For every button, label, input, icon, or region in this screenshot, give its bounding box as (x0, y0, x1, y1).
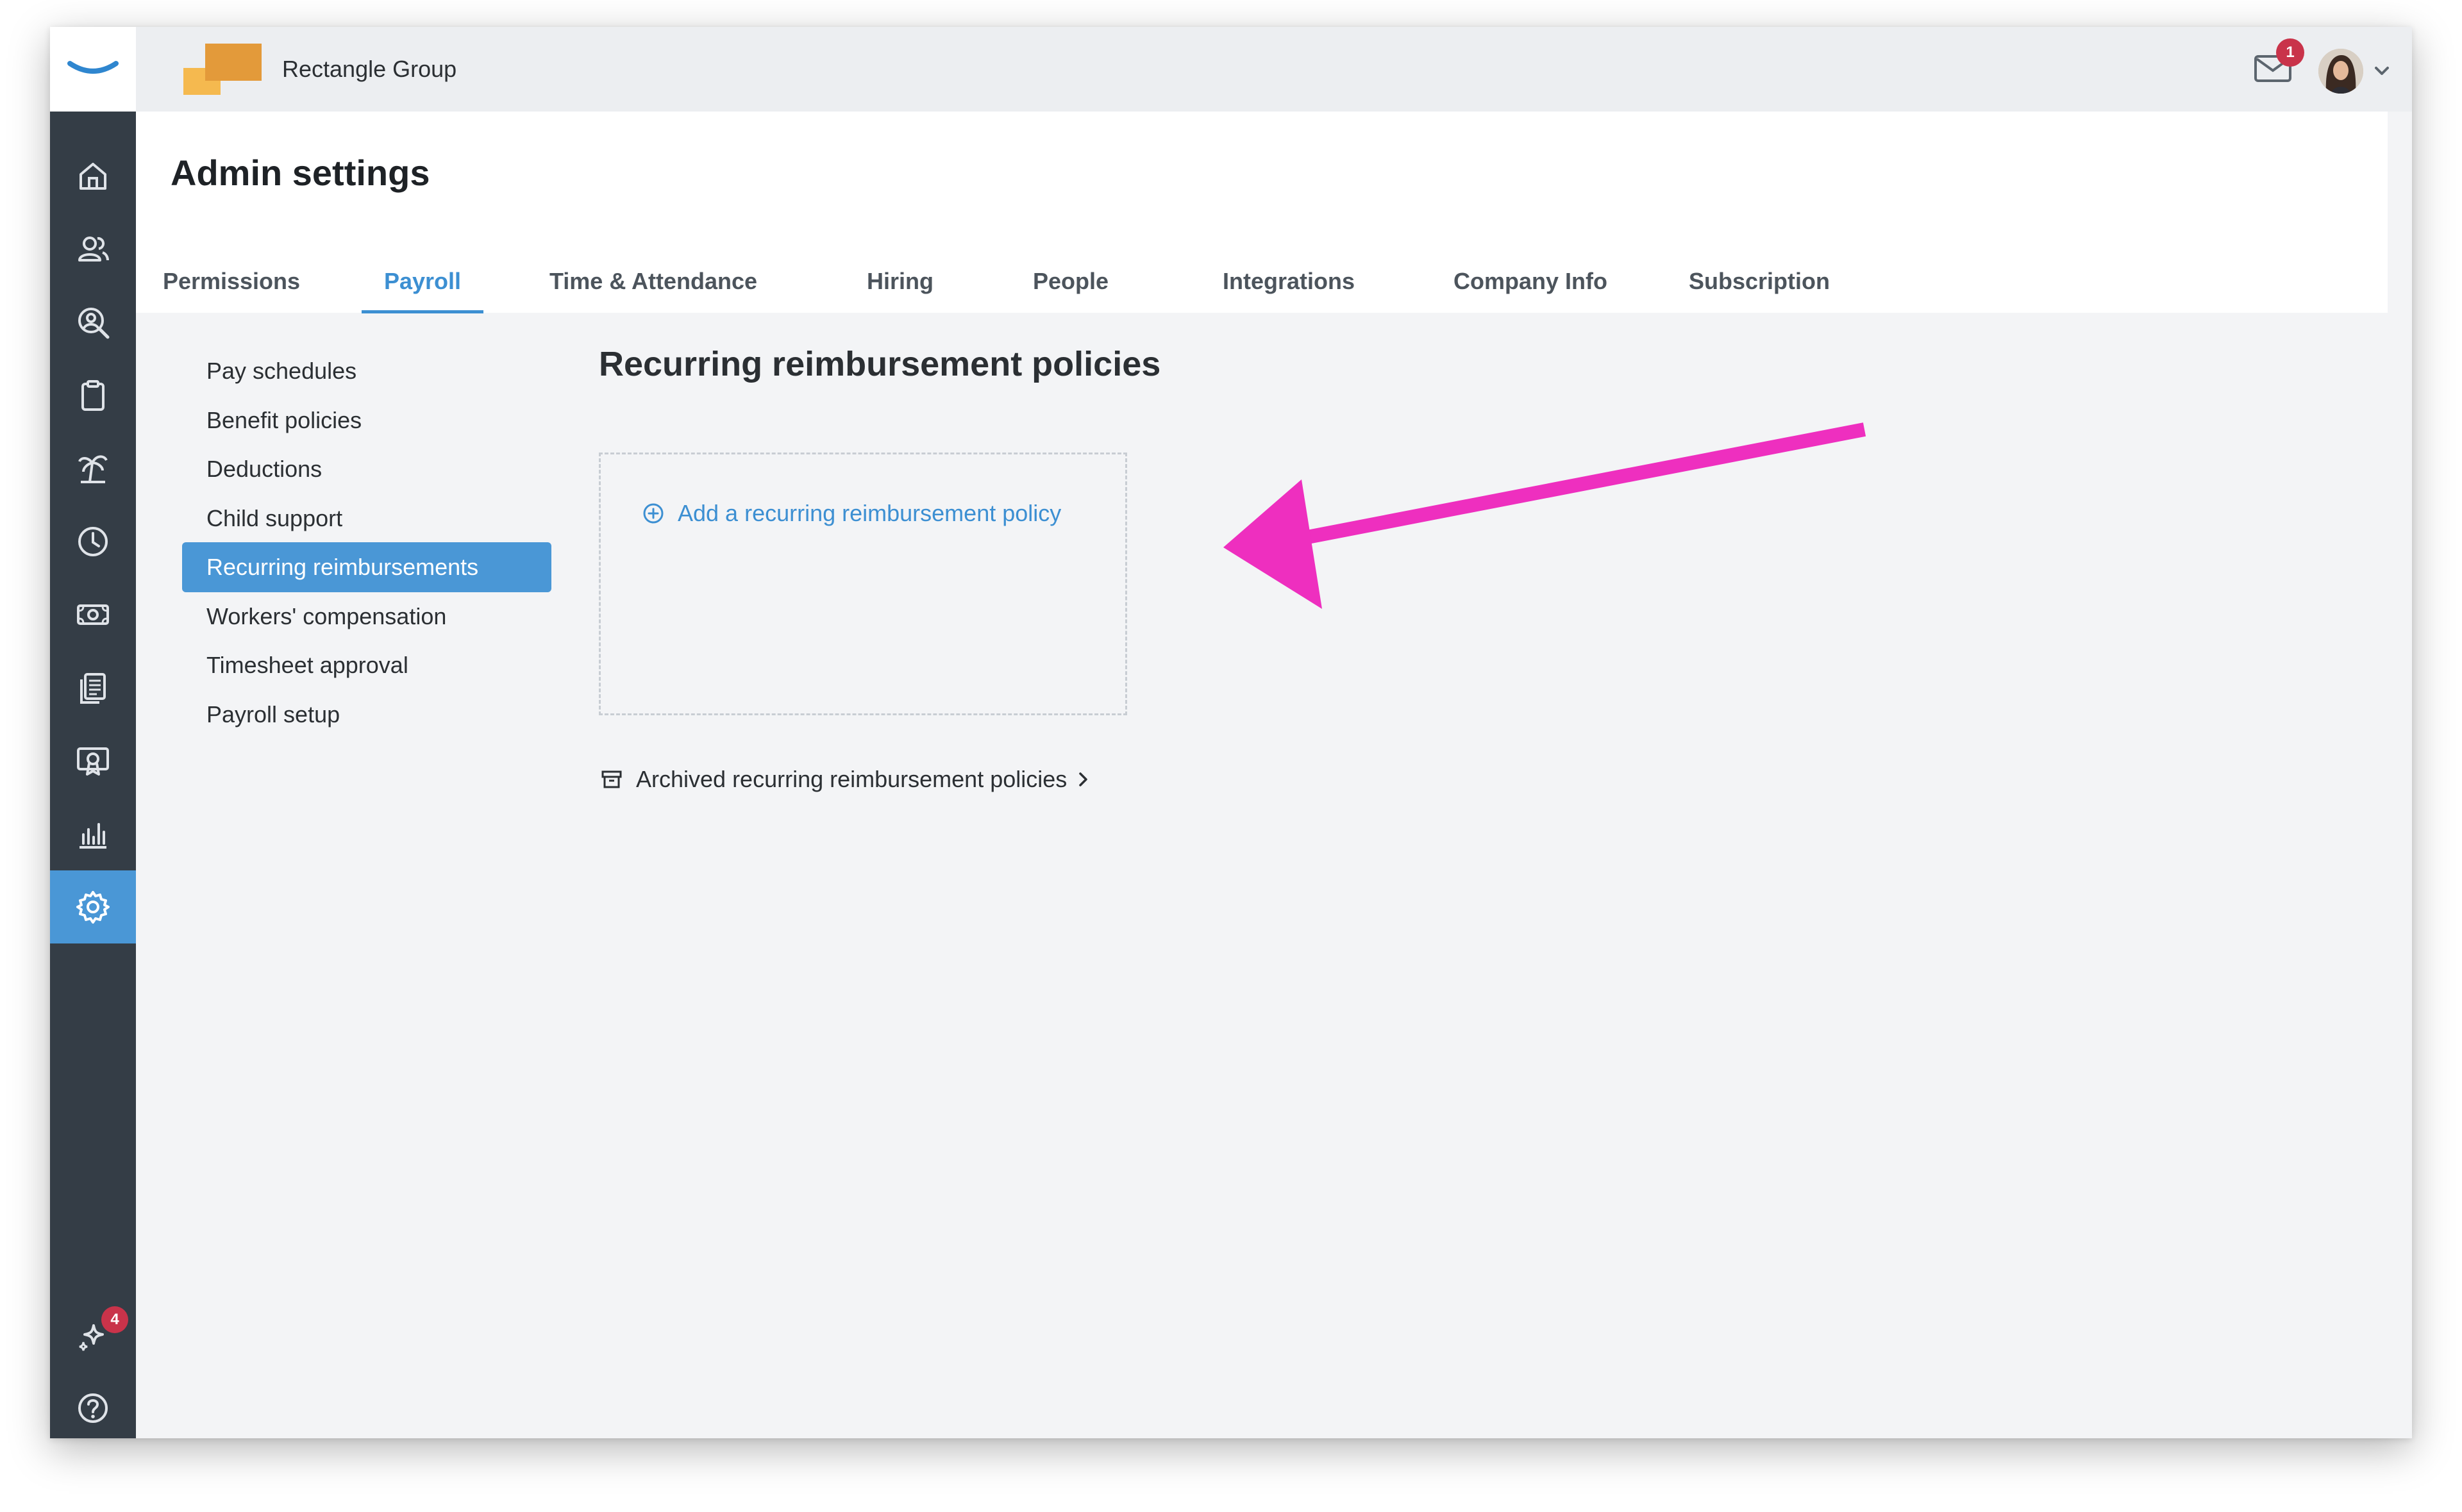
gear-icon (76, 891, 110, 924)
settings-header: Admin settings Permissions Payroll Time … (136, 112, 2388, 313)
sidebar-item-home[interactable] (50, 140, 136, 213)
chevron-down-icon[interactable] (2372, 63, 2391, 78)
archived-policies-label: Archived recurring reimbursement policie… (636, 766, 1068, 792)
subnav-deductions[interactable]: Deductions (182, 444, 551, 494)
smile-logo-icon (67, 61, 119, 74)
tab-time-attendance[interactable]: Time & Attendance (542, 253, 764, 310)
home-icon (80, 163, 106, 190)
sidebar-item-whats-new[interactable]: 4 (50, 1299, 136, 1372)
subnav-benefit-policies[interactable]: Benefit policies (182, 395, 551, 445)
notification-badge: 4 (101, 1306, 128, 1333)
subnav-pay-schedules[interactable]: Pay schedules (182, 346, 551, 396)
bar-chart-icon (80, 823, 106, 849)
archived-policies-link[interactable]: Archived recurring reimbursement policie… (600, 764, 1091, 795)
settings-tabs: Permissions Payroll Time & Attendance Hi… (136, 253, 2388, 313)
page-title: Admin settings (171, 153, 430, 193)
archive-icon (601, 770, 622, 788)
sidebar-item-people[interactable] (50, 213, 136, 286)
sidebar-item-time[interactable] (50, 505, 136, 578)
palm-tree-icon (78, 455, 108, 483)
annotation-arrow (1223, 422, 1866, 609)
sidebar-item-tasks[interactable] (50, 359, 136, 432)
app-window: 4 Rectangle Group 1 Admin settings Permi… (50, 27, 2412, 1438)
sidebar-item-time-off[interactable] (50, 432, 136, 505)
search-person-icon (78, 308, 110, 339)
add-policy-label: Add a recurring reimbursement policy (678, 500, 1062, 526)
subnav-timesheet-approval[interactable]: Timesheet approval (182, 640, 551, 690)
people-icon (78, 237, 109, 262)
app-logo[interactable] (50, 27, 136, 112)
company-logo (183, 44, 262, 95)
tab-subscription[interactable]: Subscription (1677, 253, 1841, 310)
tab-people[interactable]: People (1019, 253, 1122, 310)
chevron-right-icon (1079, 772, 1088, 786)
add-policy-link[interactable]: Add a recurring reimbursement policy (642, 498, 1061, 529)
add-policy-card: Add a recurring reimbursement policy (599, 453, 1127, 715)
user-photo (2318, 49, 2363, 94)
help-icon (78, 1393, 108, 1423)
sidebar-item-training[interactable] (50, 724, 136, 797)
top-bar: Rectangle Group 1 (136, 27, 2412, 112)
money-icon (77, 604, 109, 625)
plus-circle-icon (643, 503, 664, 524)
sidebar-item-settings[interactable] (50, 870, 136, 943)
avatar[interactable] (2318, 49, 2363, 94)
sidebar-item-reports[interactable] (50, 797, 136, 870)
tab-integrations[interactable]: Integrations (1205, 253, 1372, 310)
sidebar: 4 (50, 27, 136, 1438)
company-name[interactable]: Rectangle Group (282, 55, 456, 83)
section-title: Recurring reimbursement policies (599, 345, 1161, 383)
clock-icon (78, 527, 108, 556)
subnav-child-support[interactable]: Child support (182, 494, 551, 544)
subnav-recurring-reimbursements[interactable]: Recurring reimbursements (182, 542, 551, 592)
subnav-payroll-setup[interactable]: Payroll setup (182, 690, 551, 740)
mail-badge: 1 (2276, 38, 2304, 67)
sidebar-item-documents[interactable] (50, 651, 136, 724)
sidebar-item-help[interactable] (50, 1372, 136, 1438)
documents-icon (80, 673, 106, 704)
certificate-icon (77, 747, 109, 776)
sidebar-item-payroll[interactable] (50, 578, 136, 651)
sidebar-item-recruiting[interactable] (50, 286, 136, 359)
tab-company-info[interactable]: Company Info (1443, 253, 1618, 310)
tab-hiring[interactable]: Hiring (855, 253, 945, 310)
tab-permissions[interactable]: Permissions (160, 253, 303, 310)
tab-payroll[interactable]: Payroll (362, 253, 483, 313)
subnav-workers-compensation[interactable]: Workers' compensation (182, 592, 551, 642)
clipboard-icon (81, 380, 105, 411)
